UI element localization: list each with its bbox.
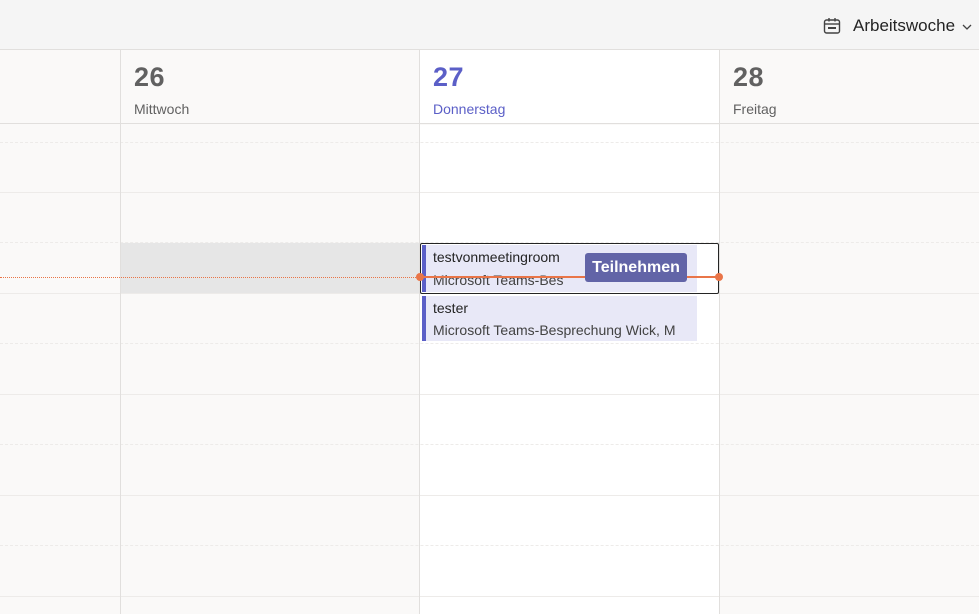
day-number: 28	[733, 62, 765, 92]
grid-line-half-hour	[0, 444, 979, 445]
day-column-thursday[interactable]	[420, 125, 719, 614]
join-meeting-button[interactable]: Teilnehmen	[585, 253, 687, 282]
day-number: 27	[433, 62, 465, 92]
grid-line-hour	[0, 596, 979, 597]
event-card[interactable]: tester Microsoft Teams-Besprechung Wick,…	[422, 296, 697, 341]
day-column-prev[interactable]	[0, 125, 120, 614]
day-header-wednesday[interactable]: 26 Mittwoch	[121, 50, 419, 124]
day-column-friday[interactable]	[720, 125, 979, 614]
day-name: Mittwoch	[134, 101, 190, 117]
selected-time-slot[interactable]	[121, 243, 419, 293]
current-time-line-past	[0, 277, 420, 278]
grid-line-hour	[0, 495, 979, 496]
day-header-blank	[0, 50, 120, 124]
chevron-down-icon	[961, 20, 973, 32]
column-divider	[419, 50, 420, 614]
grid-line-hour	[0, 192, 979, 193]
day-header-friday[interactable]: 28 Freitag	[720, 50, 979, 124]
column-divider	[120, 50, 121, 614]
view-switcher-label: Arbeitswoche	[853, 16, 956, 35]
event-subtitle: Microsoft Teams-Besprechung Wick, M	[433, 322, 676, 338]
grid-line-hour	[0, 394, 979, 395]
column-divider	[719, 50, 720, 614]
day-column-wednesday[interactable]	[121, 125, 419, 614]
current-time-dot	[416, 273, 424, 281]
day-name: Donnerstag	[433, 101, 506, 117]
event-title: tester	[433, 300, 469, 316]
day-header-thursday[interactable]: 27 Donnerstag	[420, 50, 719, 124]
current-time-dot	[715, 273, 723, 281]
grid-line-half-hour	[0, 142, 979, 143]
view-switcher[interactable]: Arbeitswoche	[822, 12, 973, 40]
calendar-icon	[822, 16, 842, 36]
grid-line-half-hour	[0, 343, 979, 344]
calendar-toolbar: Arbeitswoche	[0, 0, 979, 50]
day-number: 26	[134, 62, 166, 92]
day-name: Freitag	[733, 101, 777, 117]
grid-line-half-hour	[0, 545, 979, 546]
